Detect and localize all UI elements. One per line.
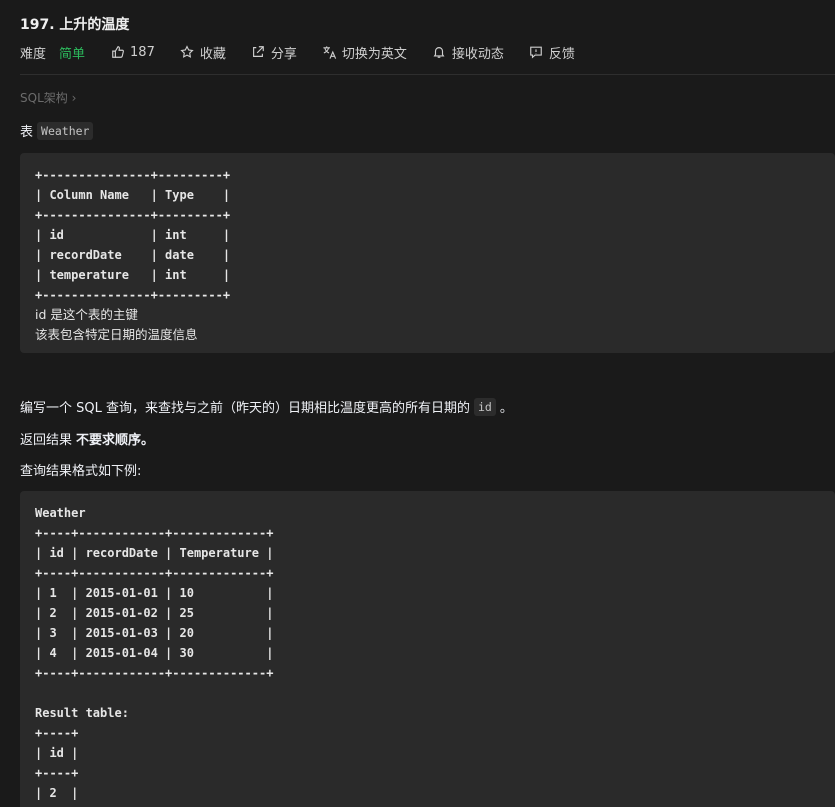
order-note-bold: 不要求顺序 <box>76 433 142 448</box>
code-line: Result table: <box>35 706 129 720</box>
thumbs-up-icon <box>110 45 125 60</box>
code-line: +---------------+---------+ <box>35 288 231 302</box>
like-button[interactable]: 187 <box>110 45 155 60</box>
table-name-code: Weather <box>37 121 94 140</box>
favorite-label: 收藏 <box>199 46 226 62</box>
notify-button[interactable]: 接收动态 <box>432 43 504 62</box>
code-line: +---------------+---------+ <box>35 168 231 182</box>
share-button[interactable]: 分享 <box>251 43 297 62</box>
breadcrumb[interactable]: SQL架构 › <box>20 89 76 106</box>
code-line: +----+------------+-------------+ <box>35 666 274 680</box>
translate-icon <box>322 45 337 60</box>
code-line: | 2 | 2015-01-02 | 25 | <box>35 606 274 620</box>
example-code-block: Weather +----+------------+-------------… <box>20 491 835 807</box>
order-note: 返回结果 不要求顺序 。 <box>20 429 154 448</box>
feedback-icon <box>529 45 544 60</box>
share-icon <box>251 45 266 60</box>
code-line: +----+ <box>35 766 79 780</box>
translate-label: 切换为英文 <box>341 46 407 62</box>
problem-description-panel: 197. 上升的温度 难度 简单 187 收藏 分享 切换为英文 接收动态 反馈… <box>20 0 835 807</box>
code-line: +----+------------+-------------+ <box>35 526 274 540</box>
example-intro: 查询结果格式如下例: <box>20 464 142 479</box>
code-line: +---------------+---------+ <box>35 208 231 222</box>
schema-code-block: +---------------+---------+ | Column Nam… <box>20 153 835 353</box>
code-line: | Column Name | Type | <box>35 188 231 202</box>
code-line: | 4 | 2015-01-04 | 30 | <box>35 646 274 660</box>
order-note-end: 。 <box>141 433 155 448</box>
toolbar-divider <box>20 74 835 75</box>
code-line: | id | <box>35 746 79 760</box>
star-icon <box>180 45 195 60</box>
code-line: Weather <box>35 506 86 520</box>
table-intro-label: 表 <box>20 125 34 140</box>
feedback-button[interactable]: 反馈 <box>529 43 575 62</box>
code-line: | 2 | <box>35 786 79 800</box>
code-line: +----+ <box>35 803 820 807</box>
code-line: id 是这个表的主键 <box>35 307 138 322</box>
description-text: 编写一个 SQL 查询，来查找与之前（昨天的）日期相比温度更高的所有日期的 <box>20 401 470 416</box>
code-line: +----+ <box>35 726 79 740</box>
code-line: | 3 | 2015-01-03 | 20 | <box>35 626 274 640</box>
like-count: 187 <box>130 44 155 60</box>
code-line: | id | recordDate | Temperature | <box>35 546 274 560</box>
id-inline-code: id <box>474 397 496 416</box>
translate-button[interactable]: 切换为英文 <box>322 43 407 62</box>
favorite-button[interactable]: 收藏 <box>180 43 226 62</box>
difficulty-badge: 简单 <box>59 46 86 62</box>
code-line: | 1 | 2015-01-01 | 10 | <box>35 586 274 600</box>
table-intro: 表 Weather <box>20 121 94 140</box>
difficulty: 难度 简单 <box>20 43 85 62</box>
problem-title: 197. 上升的温度 <box>20 17 130 33</box>
code-line: | id | int | <box>35 228 231 242</box>
code-line: | temperature | int | <box>35 268 231 282</box>
bell-icon <box>432 45 447 60</box>
code-line: | recordDate | date | <box>35 248 231 262</box>
code-line: 该表包含特定日期的温度信息 <box>35 327 198 342</box>
code-line: +----+------------+-------------+ <box>35 566 274 580</box>
description-paragraph: 编写一个 SQL 查询，来查找与之前（昨天的）日期相比温度更高的所有日期的 id… <box>20 397 513 416</box>
description-end: 。 <box>499 401 513 416</box>
share-label: 分享 <box>270 46 297 62</box>
difficulty-label: 难度 <box>20 46 47 62</box>
feedback-label: 反馈 <box>548 46 575 62</box>
notify-label: 接收动态 <box>451 46 504 62</box>
order-note-prefix: 返回结果 <box>20 433 73 448</box>
problem-toolbar: 难度 简单 187 收藏 分享 切换为英文 接收动态 反馈 <box>20 42 600 62</box>
